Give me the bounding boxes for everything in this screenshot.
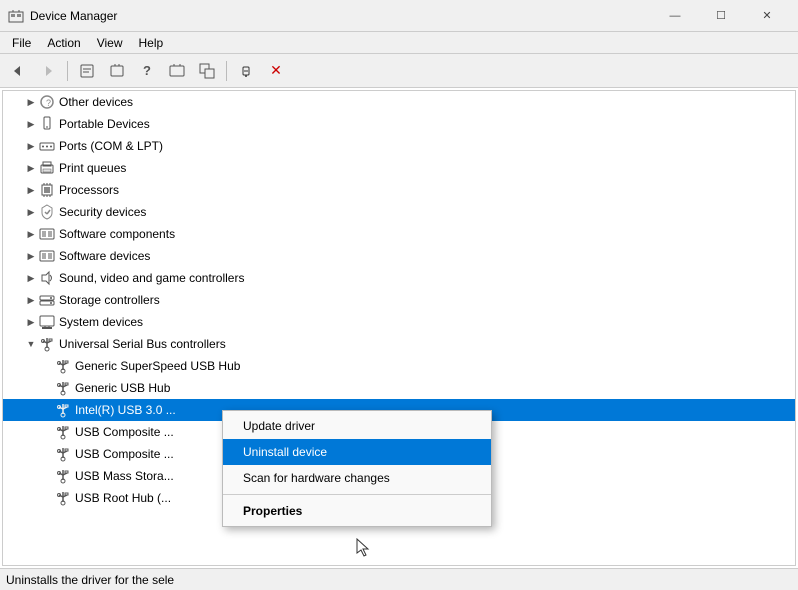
toolbar-btn-window[interactable] [193,58,221,84]
label-processors: Processors [59,183,119,197]
window-title: Device Manager [30,9,652,23]
ctx-uninstall-device[interactable]: Uninstall device [223,439,491,465]
expand-ports[interactable]: ▶ [23,138,39,154]
svg-text:?: ? [46,98,51,108]
tree-item-other-devices[interactable]: ▶ ? Other devices [3,91,795,113]
close-button[interactable]: ✕ [744,0,790,32]
expand-processors[interactable]: ▶ [23,182,39,198]
ctx-scan-hardware[interactable]: Scan for hardware changes [223,465,491,491]
menu-help[interactable]: Help [131,34,172,52]
tree-item-processors[interactable]: ▶ Processors [3,179,795,201]
icon-security [39,204,55,220]
main-area: ▶ ? Other devices ▶ Portable Devices [0,88,798,568]
toolbar-btn-properties[interactable] [73,58,101,84]
menu-action[interactable]: Action [39,34,88,52]
toolbar: ? ✕ [0,54,798,88]
label-superspeed-hub: Generic SuperSpeed USB Hub [75,359,240,373]
ctx-separator [223,494,491,495]
expand-security[interactable]: ▶ [23,204,39,220]
tree-item-system[interactable]: ▶ System devices [3,311,795,333]
icon-sound [39,270,55,286]
tree-item-ports[interactable]: ▶ Ports (COM & LPT) [3,135,795,157]
menu-file[interactable]: File [4,34,39,52]
expand-usb[interactable]: ▼ [23,336,39,352]
expand-other-devices[interactable]: ▶ [23,94,39,110]
tree-item-portable-devices[interactable]: ▶ Portable Devices [3,113,795,135]
label-usb-root-hub: USB Root Hub (... [75,491,171,505]
icon-portable-devices [39,116,55,132]
icon-ports [39,138,55,154]
toolbar-btn-remove[interactable]: ✕ [262,58,290,84]
tree-item-storage[interactable]: ▶ Storage controllers [3,289,795,311]
icon-usb-composite2 [55,446,71,462]
icon-intel-usb [55,402,71,418]
ctx-update-driver[interactable]: Update driver [223,413,491,439]
label-intel-usb: Intel(R) USB 3.0 ... [75,403,176,417]
expand-system[interactable]: ▶ [23,314,39,330]
icon-software-devices [39,248,55,264]
toolbar-btn-update[interactable] [103,58,131,84]
toolbar-btn-plug[interactable] [232,58,260,84]
menu-bar: File Action View Help [0,32,798,54]
expand-print-queues[interactable]: ▶ [23,160,39,176]
window-frame: Device Manager — ☐ ✕ File Action View He… [0,0,798,590]
tree-item-sound[interactable]: ▶ Sound, video and game controllers [3,267,795,289]
tree-item-software-devices[interactable]: ▶ Software devices [3,245,795,267]
icon-superspeed-hub [55,358,71,374]
label-usb-composite2: USB Composite ... [75,447,174,461]
toolbar-sep-1 [67,61,68,81]
menu-view[interactable]: View [89,34,131,52]
label-print-queues: Print queues [59,161,126,175]
toolbar-btn-scan[interactable] [163,58,191,84]
expand-software-components[interactable]: ▶ [23,226,39,242]
icon-usb-mass-storage [55,468,71,484]
tree-item-usb[interactable]: ▼ Universal Serial Bus controllers [3,333,795,355]
tree-item-superspeed-hub[interactable]: ▶ Generic SuperSpeed USB Hub [3,355,795,377]
label-ports: Ports (COM & LPT) [59,139,163,153]
label-generic-hub: Generic USB Hub [75,381,170,395]
label-sound: Sound, video and game controllers [59,271,244,285]
icon-processors [39,182,55,198]
icon-generic-hub [55,380,71,396]
ctx-properties[interactable]: Properties [223,498,491,524]
expand-software-devices[interactable]: ▶ [23,248,39,264]
label-portable-devices: Portable Devices [59,117,150,131]
status-text: Uninstalls the driver for the sele [6,573,174,587]
tree-item-print-queues[interactable]: ▶ Print queues [3,157,795,179]
tree-item-security[interactable]: ▶ Security devices [3,201,795,223]
toolbar-btn-help[interactable]: ? [133,58,161,84]
icon-usb-composite1 [55,424,71,440]
label-usb-mass-storage: USB Mass Stora... [75,469,174,483]
context-menu: Update driver Uninstall device Scan for … [222,410,492,527]
expand-portable-devices[interactable]: ▶ [23,116,39,132]
window-controls: — ☐ ✕ [652,0,790,32]
toolbar-sep-2 [226,61,227,81]
tree-item-software-components[interactable]: ▶ Software components [3,223,795,245]
expand-storage[interactable]: ▶ [23,292,39,308]
icon-usb-root-hub [55,490,71,506]
tree-item-generic-hub[interactable]: ▶ Generic USB Hub [3,377,795,399]
icon-system [39,314,55,330]
icon-usb-controllers [39,336,55,352]
icon-other-devices: ? [39,94,55,110]
label-other-devices: Other devices [59,95,133,109]
label-storage: Storage controllers [59,293,160,307]
icon-storage [39,292,55,308]
label-software-devices: Software devices [59,249,150,263]
label-security: Security devices [59,205,146,219]
status-bar: Uninstalls the driver for the sele [0,568,798,590]
label-software-components: Software components [59,227,175,241]
icon-software-components [39,226,55,242]
maximize-button[interactable]: ☐ [698,0,744,32]
icon-print-queues [39,160,55,176]
app-icon [8,8,24,24]
minimize-button[interactable]: — [652,0,698,32]
label-system: System devices [59,315,143,329]
forward-button[interactable] [34,58,62,84]
title-bar: Device Manager — ☐ ✕ [0,0,798,32]
expand-sound[interactable]: ▶ [23,270,39,286]
back-button[interactable] [4,58,32,84]
label-usb: Universal Serial Bus controllers [59,337,226,351]
label-usb-composite1: USB Composite ... [75,425,174,439]
